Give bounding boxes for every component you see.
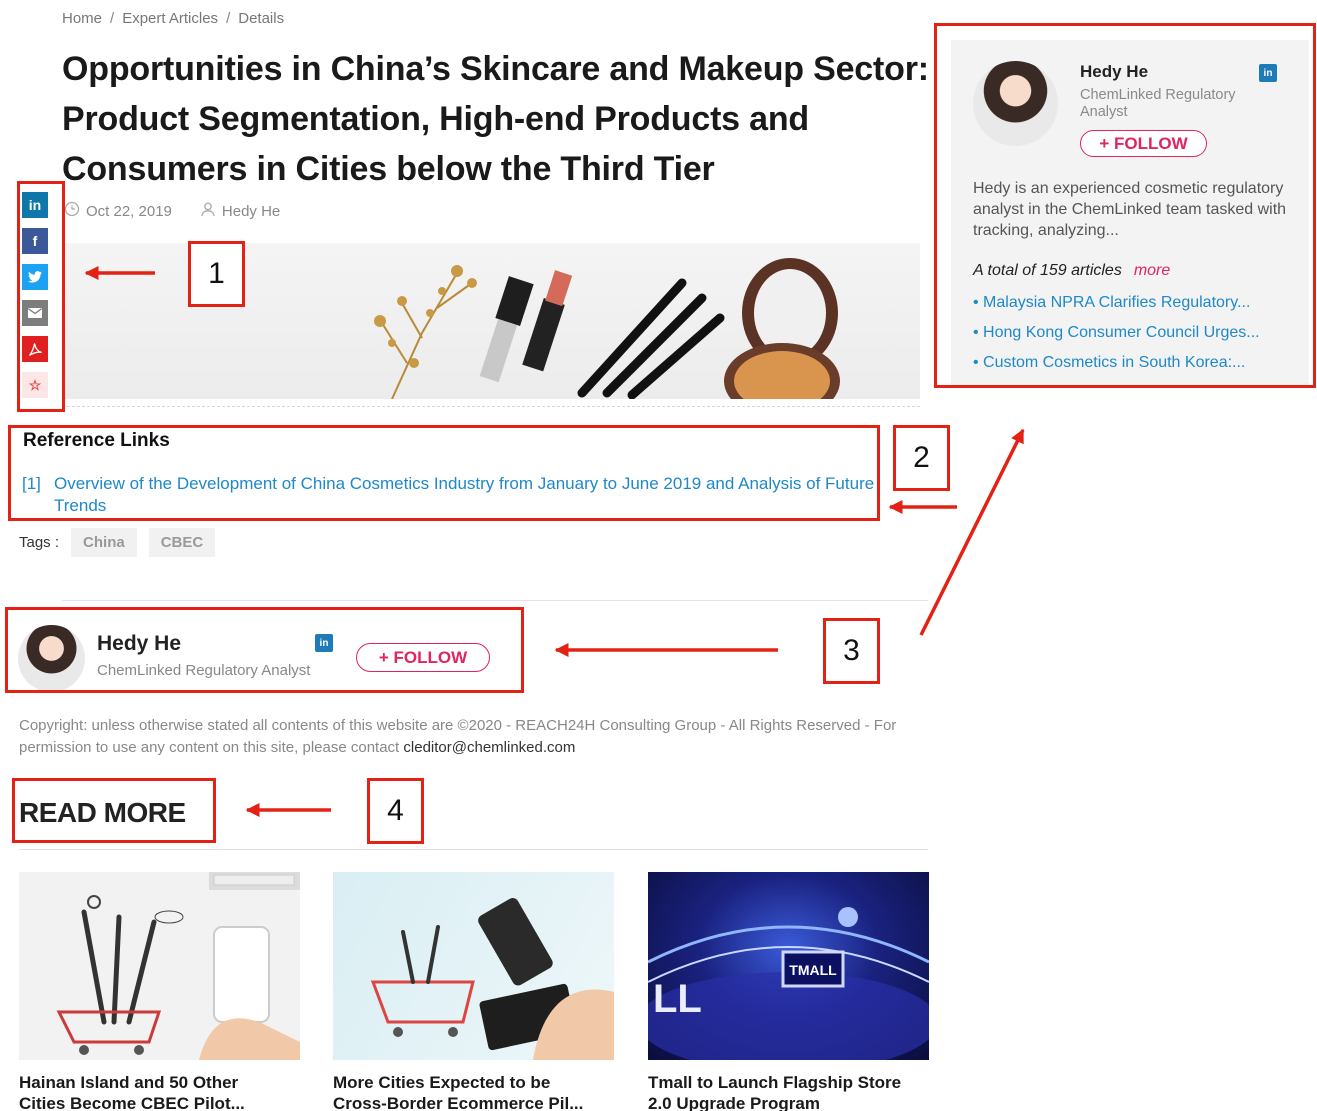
annotation-arrows [84,266,1025,817]
